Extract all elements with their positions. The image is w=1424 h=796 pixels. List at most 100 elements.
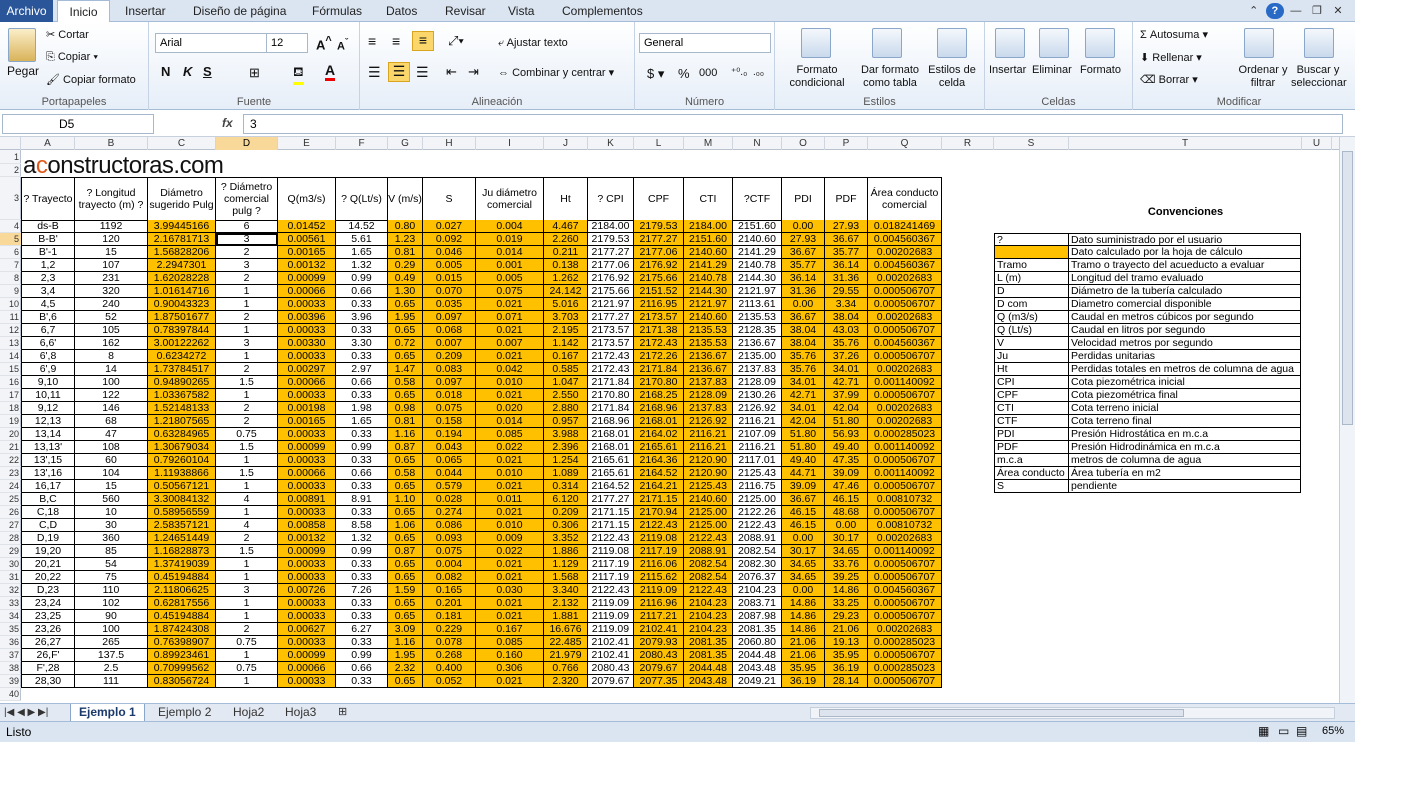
table-cell[interactable]: 1: [216, 571, 278, 584]
table-cell[interactable]: 2104.23: [684, 597, 733, 610]
table-cell[interactable]: 0.092: [423, 233, 476, 246]
table-cell[interactable]: 33.25: [825, 597, 868, 610]
table-cell[interactable]: 0.022: [476, 441, 544, 454]
table-cell[interactable]: 1.11938866: [148, 467, 216, 480]
table-cell[interactable]: 2151.60: [733, 220, 782, 233]
tab-complementos[interactable]: Complementos: [562, 0, 643, 22]
font-color-icon[interactable]: A: [325, 62, 336, 81]
orientation-icon[interactable]: ⤢▾: [448, 33, 464, 49]
table-cell[interactable]: 111: [75, 675, 148, 688]
convention-key[interactable]: S: [994, 480, 1069, 493]
table-cell[interactable]: 22.485: [544, 636, 588, 649]
table-cell[interactable]: 0.00202683: [868, 623, 942, 636]
row-header-38[interactable]: 38: [0, 662, 21, 675]
table-cell[interactable]: 2116.96: [634, 597, 684, 610]
table-cell[interactable]: 2,3: [21, 272, 75, 285]
table-cell[interactable]: 0.75: [216, 636, 278, 649]
table-cell[interactable]: 0.007: [423, 337, 476, 350]
table-cell[interactable]: 2060.80: [733, 636, 782, 649]
table-cell[interactable]: 0.83056724: [148, 675, 216, 688]
clear-button[interactable]: ⌫ Borrar ▾: [1140, 73, 1198, 86]
convention-key[interactable]: CTI: [994, 402, 1069, 415]
table-cell[interactable]: 46.15: [782, 519, 825, 532]
table-cell[interactable]: 1.881: [544, 610, 588, 623]
table-cell[interactable]: 2117.21: [634, 610, 684, 623]
row-header-8[interactable]: 8: [0, 272, 21, 285]
table-cell[interactable]: 2144.30: [684, 285, 733, 298]
table-cell[interactable]: 0.33: [336, 675, 388, 688]
align-center-icon[interactable]: ☰: [388, 62, 410, 82]
table-cell[interactable]: 2125.00: [684, 506, 733, 519]
column-header-S[interactable]: S: [994, 137, 1069, 150]
table-cell[interactable]: 0.00202683: [868, 363, 942, 376]
table-cell[interactable]: 0.00627: [278, 623, 336, 636]
table-cell[interactable]: 1: [216, 480, 278, 493]
table-cell[interactable]: 34.01: [782, 402, 825, 415]
table-cell[interactable]: 0.80: [388, 220, 423, 233]
table-cell[interactable]: 2171.15: [634, 493, 684, 506]
column-header-G[interactable]: G: [388, 137, 423, 150]
table-cell[interactable]: 3.00122262: [148, 337, 216, 350]
table-cell[interactable]: 2128.09: [684, 389, 733, 402]
borders-icon[interactable]: ⊞: [249, 65, 260, 81]
table-cell[interactable]: 0.70999562: [148, 662, 216, 675]
table-cell[interactable]: 0.000506707: [868, 454, 942, 467]
table-cell[interactable]: 0.33: [336, 610, 388, 623]
table-cell[interactable]: D,19: [21, 532, 75, 545]
table-cell[interactable]: 0.00891: [278, 493, 336, 506]
table-cell[interactable]: 1.262: [544, 272, 588, 285]
table-cell[interactable]: 0.018241469: [868, 220, 942, 233]
table-cell[interactable]: 2088.91: [684, 545, 733, 558]
table-header-cell[interactable]: ? Trayecto: [21, 177, 75, 221]
table-header-cell[interactable]: Área conducto comercial: [868, 177, 942, 221]
convention-description[interactable]: Presión Hidrostática en m.c.a: [1068, 428, 1301, 441]
table-cell[interactable]: 2079.93: [634, 636, 684, 649]
table-cell[interactable]: 2122.43: [634, 519, 684, 532]
row-header-25[interactable]: 25: [0, 493, 21, 506]
table-cell[interactable]: 33.76: [825, 558, 868, 571]
table-cell[interactable]: 47: [75, 428, 148, 441]
table-cell[interactable]: 36.67: [782, 246, 825, 259]
row-header-31[interactable]: 31: [0, 571, 21, 584]
row-header-9[interactable]: 9: [0, 285, 21, 298]
percent-button[interactable]: %: [678, 66, 690, 81]
table-cell[interactable]: 2151.60: [684, 233, 733, 246]
table-cell[interactable]: 0.00202683: [868, 246, 942, 259]
convention-description[interactable]: Longitud del tramo evaluado: [1068, 272, 1301, 285]
tab-datos[interactable]: Datos: [386, 0, 417, 22]
table-cell[interactable]: 0.021: [476, 610, 544, 623]
table-cell[interactable]: 0.167: [544, 350, 588, 363]
table-cell[interactable]: 29.23: [825, 610, 868, 623]
table-cell[interactable]: 2.550: [544, 389, 588, 402]
table-cell[interactable]: 0.158: [423, 415, 476, 428]
column-header-P[interactable]: P: [825, 137, 868, 150]
table-cell[interactable]: 10,11: [21, 389, 75, 402]
row-header-18[interactable]: 18: [0, 402, 21, 415]
table-cell[interactable]: 104: [75, 467, 148, 480]
table-cell[interactable]: 34.01: [825, 363, 868, 376]
table-cell[interactable]: 0.00202683: [868, 402, 942, 415]
table-cell[interactable]: ds-B: [21, 220, 75, 233]
table-cell[interactable]: 0.000506707: [868, 324, 942, 337]
table-cell[interactable]: 13',16: [21, 467, 75, 480]
table-cell[interactable]: 2: [216, 311, 278, 324]
row-header-14[interactable]: 14: [0, 350, 21, 363]
table-cell[interactable]: 0.33: [336, 428, 388, 441]
table-cell[interactable]: 2120.90: [684, 454, 733, 467]
table-cell[interactable]: 30: [75, 519, 148, 532]
table-cell[interactable]: 2140.60: [684, 311, 733, 324]
table-cell[interactable]: 23,25: [21, 610, 75, 623]
table-cell[interactable]: 0.766: [544, 662, 588, 675]
table-cell[interactable]: 6',8: [21, 350, 75, 363]
row-header-2[interactable]: 2: [0, 164, 21, 177]
convention-key[interactable]: D: [994, 285, 1069, 298]
increase-decimal-icon[interactable]: ⁺⁰.₀: [731, 67, 747, 78]
table-cell[interactable]: 0.000506707: [868, 558, 942, 571]
view-normal-icon[interactable]: ▦: [1258, 724, 1269, 738]
table-cell[interactable]: 0.001: [476, 259, 544, 272]
table-cell[interactable]: 0.65: [388, 298, 423, 311]
table-cell[interactable]: 2135.53: [733, 311, 782, 324]
table-cell[interactable]: 0.00858: [278, 519, 336, 532]
table-cell[interactable]: 36.67: [782, 493, 825, 506]
table-cell[interactable]: 0.00198: [278, 402, 336, 415]
